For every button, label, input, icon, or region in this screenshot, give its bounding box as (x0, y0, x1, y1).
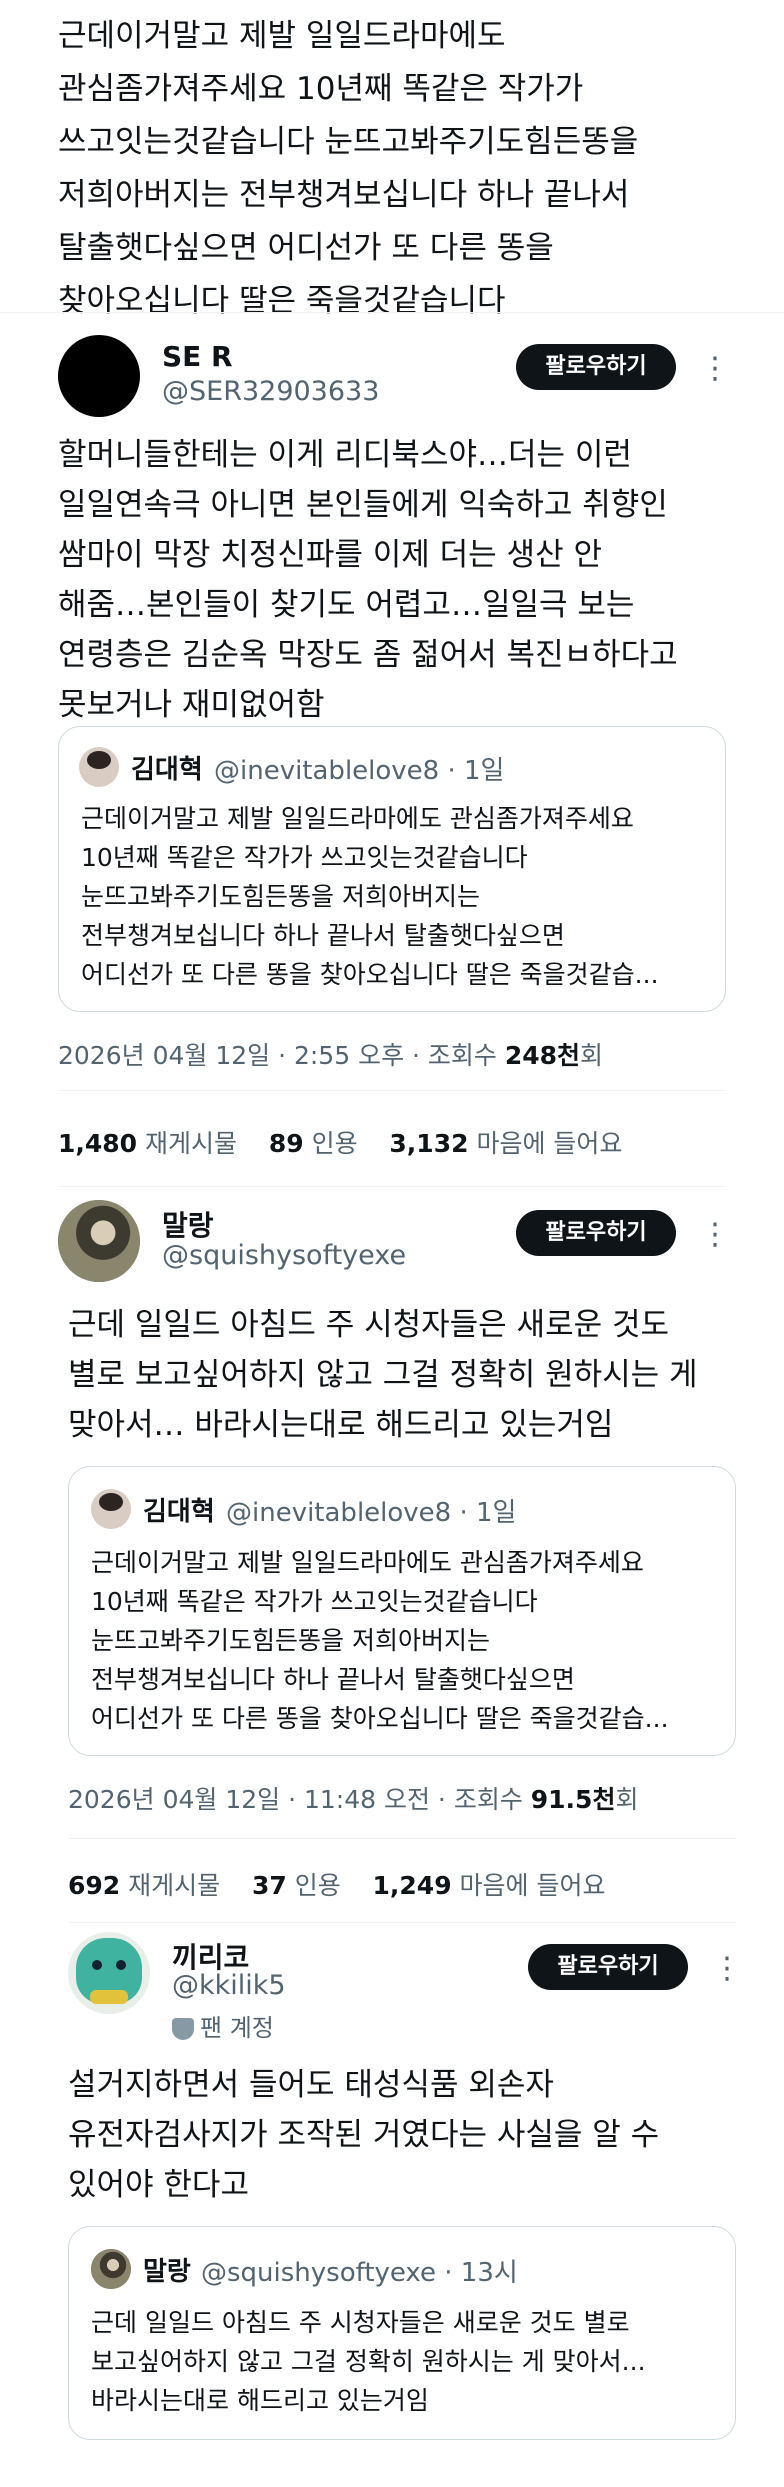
theater-mask-icon (172, 2018, 194, 2040)
retweet-count[interactable]: 692 (68, 1871, 120, 1900)
more-options-icon[interactable]: ⋮ (700, 1220, 730, 1250)
like-count[interactable]: 3,132 (389, 1129, 468, 1158)
quoted-tweet[interactable]: 김대혁 @inevitablelove8 · 1일 근데이거말고 제발 일일드라… (68, 1466, 736, 1756)
more-options-icon[interactable]: ⋮ (712, 1954, 742, 1984)
retweet-label[interactable]: 재게시물 (128, 1871, 220, 1900)
like-label[interactable]: 마음에 들어요 (476, 1129, 622, 1158)
engagement-stats: 692 재게시물 37 인용 1,249 마음에 들어요 (68, 1866, 606, 1902)
tweet-meta: 2026년 04월 12일 · 11:48 오전 · 조회수 91.5천회 (68, 1780, 638, 1816)
timestamp[interactable]: 2026년 04월 12일 · 2:55 오후 · 조회수 (58, 1041, 505, 1070)
retweet-label[interactable]: 재게시물 (145, 1129, 237, 1158)
quote-count[interactable]: 89 (269, 1129, 304, 1158)
avatar[interactable] (58, 1200, 140, 1282)
quote-count[interactable]: 37 (252, 1871, 287, 1900)
tweet-text: 근데 일일드 아침드 주 시청자들은 새로운 것도 별로 보고싶어하지 않고 그… (68, 1307, 698, 1443)
quote-avatar (91, 2249, 131, 2289)
view-suffix: 회 (615, 1785, 639, 1814)
engagement-stats: 1,480 재게시물 89 인용 3,132 마음에 들어요 (58, 1124, 622, 1160)
avatar[interactable] (58, 335, 140, 417)
view-count: 248천 (504, 1041, 581, 1070)
quote-author-name: 김대혁 (143, 1497, 215, 1527)
quote-label[interactable]: 인용 (312, 1129, 358, 1158)
quoted-tweet[interactable]: 김대혁 @inevitablelove8 · 1일 근데이거말고 제발 일일드라… (58, 726, 726, 1012)
divider (58, 1186, 726, 1187)
divider (68, 1922, 736, 1923)
fan-account-badge: 팬 계정 (172, 2008, 274, 2043)
like-label[interactable]: 마음에 들어요 (460, 1871, 606, 1900)
quote-handle-time: @squishysoftyexe · 13시 (201, 2258, 518, 2288)
author-name[interactable]: SE R (162, 340, 233, 373)
badge-label: 팬 계정 (200, 2014, 274, 2042)
author-handle[interactable]: @SER32903633 (162, 376, 379, 407)
author-handle[interactable]: @squishysoftyexe (162, 1240, 406, 1271)
tweet-text: 설거지하면서 들어도 태성식품 외손자 유전자검사지가 조작된 거였다는 사실을… (68, 2067, 660, 2203)
quote-label[interactable]: 인용 (295, 1871, 341, 1900)
tweet-text: 할머니들한테는 이게 리디북스야…더는 이런 일일연속극 아니면 본인들에게 익… (58, 437, 678, 723)
follow-button[interactable]: 팔로우하기 (528, 1944, 688, 1990)
author-name[interactable]: 말랑 (162, 1204, 214, 1244)
quoted-tweet[interactable]: 말랑 @squishysoftyexe · 13시 근데 일일드 아침드 주 시… (68, 2226, 736, 2440)
quote-text: 근데 일일드 아침드 주 시청자들은 새로운 것도 별로 보고싶어하지 않고 그… (91, 2308, 646, 2415)
follow-button[interactable]: 팔로우하기 (516, 1210, 676, 1256)
quote-avatar (91, 1489, 131, 1529)
retweet-count[interactable]: 1,480 (58, 1129, 137, 1158)
divider (68, 1838, 736, 1839)
quote-author-name: 김대혁 (131, 755, 203, 785)
quote-author-name: 말랑 (143, 2257, 191, 2287)
avatar[interactable] (68, 1932, 150, 2014)
quote-avatar (79, 747, 119, 787)
quote-text: 근데이거말고 제발 일일드라마에도 관심좀가져주세요 10년째 똑같은 작가가 … (91, 1548, 669, 1733)
view-count: 91.5천 (530, 1785, 616, 1814)
author-handle[interactable]: @kkilik5 (172, 1970, 286, 2001)
like-count[interactable]: 1,249 (373, 1871, 452, 1900)
top-tweet-text: 근데이거말고 제발 일일드라마에도 관심좀가져주세요 10년째 똑같은 작가가 … (58, 18, 639, 319)
follow-button[interactable]: 팔로우하기 (516, 344, 676, 390)
tweet-meta: 2026년 04월 12일 · 2:55 오후 · 조회수 248천회 (58, 1036, 603, 1072)
divider (0, 312, 784, 313)
view-suffix: 회 (580, 1041, 604, 1070)
quote-text: 근데이거말고 제발 일일드라마에도 관심좀가져주세요 10년째 똑같은 작가가 … (81, 804, 659, 989)
divider (58, 1090, 726, 1091)
quote-handle-time: @inevitablelove8 · 1일 (226, 1498, 517, 1528)
more-options-icon[interactable]: ⋮ (700, 354, 730, 384)
quote-handle-time: @inevitablelove8 · 1일 (214, 756, 505, 786)
timestamp[interactable]: 2026년 04월 12일 · 11:48 오전 · 조회수 (68, 1785, 531, 1814)
